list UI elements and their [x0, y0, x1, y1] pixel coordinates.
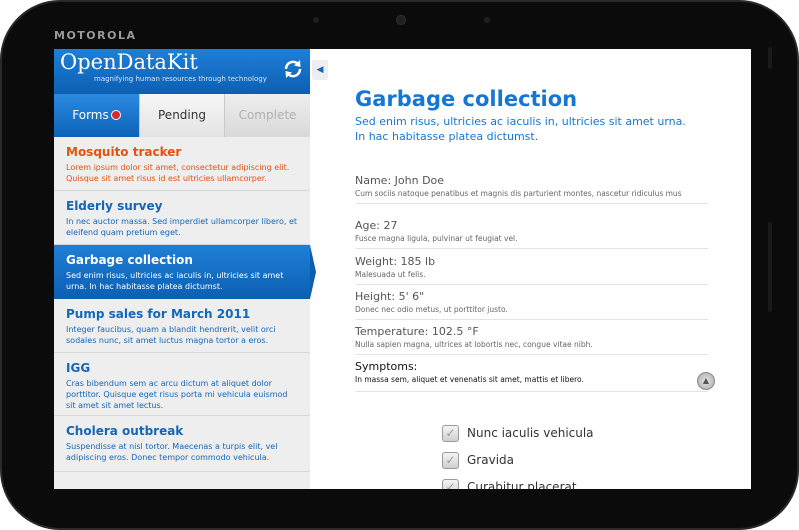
forms-panel: OpenDataKit magnifying human resources t… [54, 49, 310, 489]
tab-complete-label: Complete [238, 108, 297, 122]
form-item-garbage-collection[interactable]: Garbage collection Sed enim risus, ultri… [54, 245, 310, 299]
light-sensor [484, 17, 490, 23]
form-description: Lorem ipsum dolor sit amet, consectetur … [66, 163, 290, 183]
field-label: Height: 5' 6" [355, 290, 425, 303]
detail-title: Garbage collection [355, 87, 578, 111]
form-item-igg[interactable]: IGG Cras bibendum sem ac arcu dictum at … [54, 353, 310, 416]
form-description: Sed enim risus, ultricies ac iaculis in,… [66, 271, 284, 291]
selection-pointer [310, 245, 316, 299]
field-description: Nulla sapien magna, ultrices at lobortis… [355, 340, 593, 349]
proximity-sensor [313, 17, 319, 23]
expand-up-icon[interactable]: ▲ [697, 372, 715, 390]
form-description: Integer faucibus, quam a blandit hendrer… [66, 325, 276, 345]
checkbox-label: Nunc iaculis vehicula [467, 426, 594, 440]
field-label: Weight: 185 lb [355, 255, 436, 268]
form-item-pump-sales[interactable]: Pump sales for March 2011 Integer faucib… [54, 299, 310, 353]
refresh-icon[interactable] [282, 58, 304, 80]
field-label: Age: 27 [355, 219, 398, 232]
form-title: Elderly survey [66, 199, 163, 213]
field-age[interactable]: Age: 27 Fusce magna ligula, pulvinar ut … [355, 219, 708, 249]
form-description: Cras bibendum sem ac arcu dictum at aliq… [66, 379, 288, 410]
form-detail: Garbage collection Sed enim risus, ultri… [344, 49, 744, 489]
tablet-device: MOTOROLA OpenDataKit magnifying human re… [0, 0, 799, 530]
field-temperature[interactable]: Temperature: 102.5 °F Nulla sapien magna… [355, 325, 708, 355]
form-description: In nec auctor massa. Sed imperdiet ullam… [66, 217, 298, 237]
field-symptoms[interactable]: Symptoms: In massa sem, aliquet et venen… [355, 360, 715, 392]
form-item-mosquito-tracker[interactable]: Mosquito tracker Lorem ipsum dolor sit a… [54, 137, 310, 191]
app-tagline: magnifying human resources through techn… [94, 75, 267, 83]
form-item-cholera-outbreak[interactable]: Cholera outbreak Suspendisse at nisl tor… [54, 416, 310, 472]
check-icon[interactable]: ✓ [442, 479, 459, 489]
tab-bar: Forms Pending Complete [54, 94, 310, 182]
field-label: Name: John Doe [355, 174, 445, 187]
form-title: Garbage collection [66, 253, 193, 267]
check-icon[interactable]: ✓ [442, 452, 459, 469]
side-port [768, 47, 772, 69]
form-title: Pump sales for March 2011 [66, 307, 251, 321]
field-weight[interactable]: Weight: 185 lb Malesuada ut felis. [355, 255, 708, 285]
field-description: Donec nec odio metus, ut porttitor justo… [355, 305, 508, 314]
form-title: Mosquito tracker [66, 145, 182, 159]
side-button [768, 222, 772, 312]
tab-forms[interactable]: Forms [54, 94, 139, 137]
tablet-screen: OpenDataKit magnifying human resources t… [54, 49, 751, 489]
tab-forms-label: Forms [72, 108, 109, 122]
field-name[interactable]: Name: John Doe Cum sociis natoque penati… [355, 174, 708, 204]
check-icon[interactable]: ✓ [442, 425, 459, 442]
field-height[interactable]: Height: 5' 6" Donec nec odio metus, ut p… [355, 290, 708, 320]
form-title: IGG [66, 361, 91, 375]
tab-pending-label: Pending [158, 108, 206, 122]
field-description: In massa sem, aliquet et venenatis sit a… [355, 375, 584, 384]
field-label: Temperature: 102.5 °F [355, 325, 479, 338]
checkbox-label: Gravida [467, 453, 514, 467]
form-title: Cholera outbreak [66, 424, 184, 438]
collapse-arrow-icon[interactable]: ◀ [312, 60, 328, 80]
refresh-icon-graphic [284, 60, 302, 78]
app-header: OpenDataKit magnifying human resources t… [54, 49, 310, 94]
front-camera [396, 15, 406, 25]
form-description: Suspendisse at nisl tortor. Maecenas a t… [66, 442, 278, 462]
field-description: Malesuada ut felis. [355, 270, 426, 279]
checkbox-label: Curabitur placerat [467, 480, 577, 489]
app-logo: OpenDataKit [60, 50, 198, 74]
alert-badge-icon [110, 109, 121, 120]
tab-complete[interactable]: Complete [224, 94, 310, 137]
tab-pending[interactable]: Pending [139, 94, 224, 137]
device-brand: MOTOROLA [54, 29, 137, 42]
field-description: Cum sociis natoque penatibus et magnis d… [355, 189, 682, 198]
field-description: Fusce magna ligula, pulvinar ut feugiat … [355, 234, 518, 243]
field-label: Symptoms: [355, 360, 418, 373]
form-item-elderly-survey[interactable]: Elderly survey In nec auctor massa. Sed … [54, 191, 310, 245]
form-list: Mosquito tracker Lorem ipsum dolor sit a… [54, 137, 310, 489]
detail-subtitle: Sed enim risus, ultricies ac iaculis in,… [355, 115, 686, 143]
